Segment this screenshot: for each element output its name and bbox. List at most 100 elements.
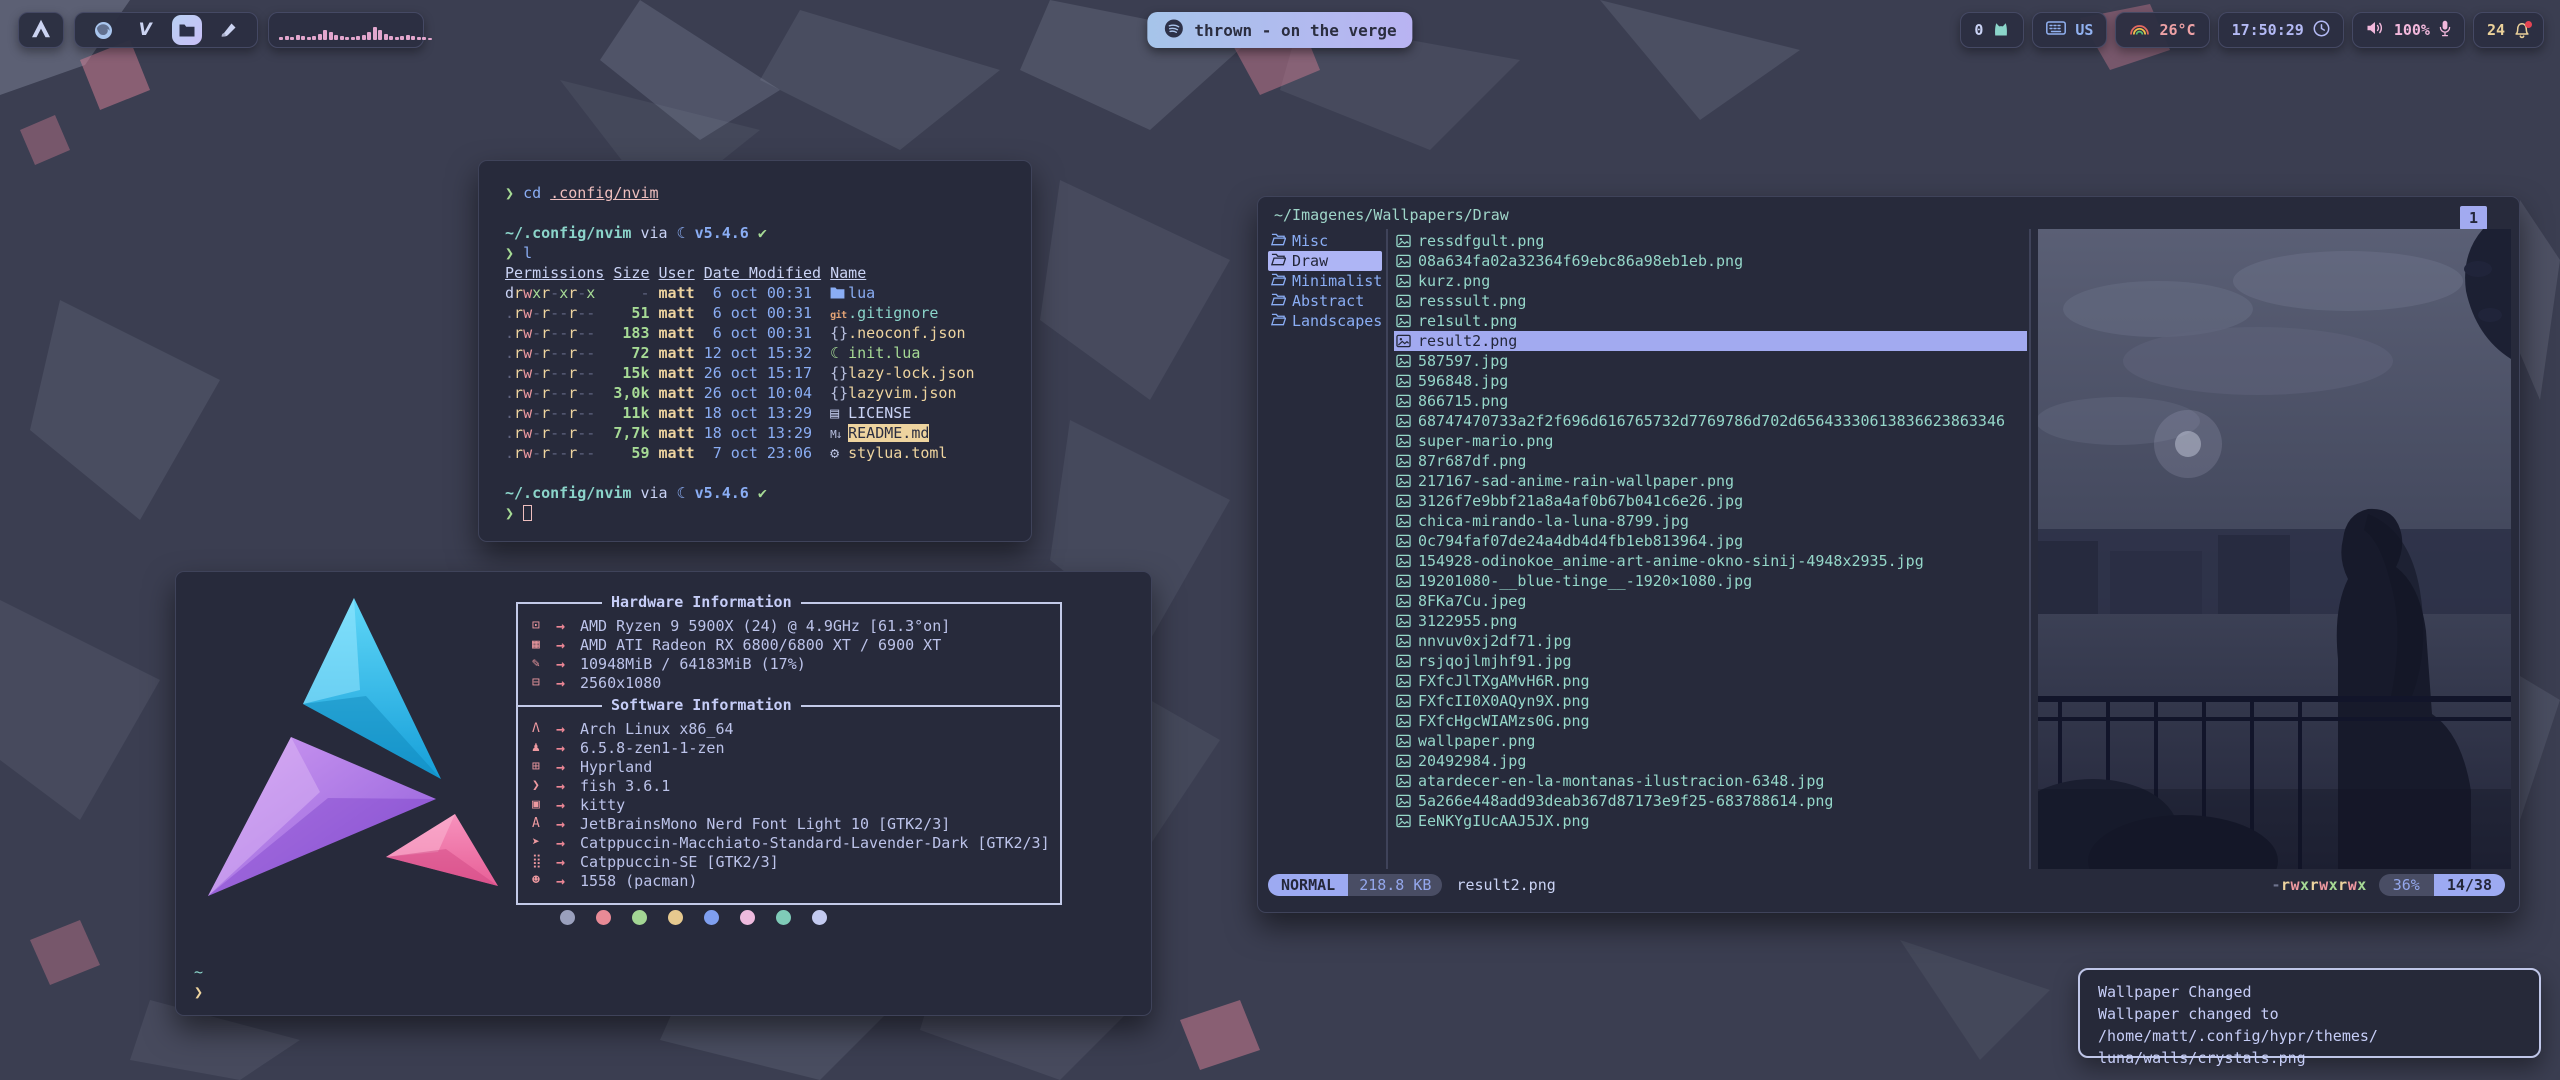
visualizer-bar <box>384 34 388 40</box>
cursor-icon: ➤ <box>532 835 556 850</box>
file-permissions: -rwxrwxrwx <box>2271 876 2366 894</box>
json-icon: {} <box>830 323 848 343</box>
media-player-widget[interactable]: thrown - on the verge <box>1147 12 1412 48</box>
terminal-window[interactable]: ❯ cd .config/nvim ~/.config/nvim via ☾ v… <box>478 160 1032 542</box>
terminal-line: ❯ cd .config/nvim <box>505 183 1031 203</box>
keyboard-icon <box>2046 21 2066 39</box>
file-row[interactable]: FXfcII0X0AQyn9X.png <box>1394 691 2027 711</box>
tray-updates[interactable]: 24 <box>2473 12 2544 48</box>
terminal-line: drwxr-xr-x - matt 6 oct 00:31 lua <box>505 283 1031 303</box>
fetch-info-value: Hyprland <box>580 758 652 776</box>
file-row[interactable]: rsjqojlmjhf91.jpg <box>1394 651 2027 671</box>
file-row[interactable]: 08a634fa02a32364f69ebc86a98eb1eb.png <box>1394 251 2027 271</box>
tray-github-notifications[interactable]: 0 <box>1960 12 2024 48</box>
file-row[interactable]: FXfcHgcWIAMzs0G.png <box>1394 711 2027 731</box>
fetch-terminal-window[interactable]: Hardware Information ⊡→AMD Ryzen 9 5900X… <box>175 571 1152 1016</box>
file-row[interactable]: 87r687df.png <box>1394 451 2027 471</box>
file-row[interactable]: kurz.png <box>1394 271 2027 291</box>
visualizer-bar <box>356 36 360 40</box>
fetch-info-row: ▦→AMD ATI Radeon RX 6800/6800 XT / 6900 … <box>532 635 1060 654</box>
file-row[interactable]: 217167-sad-anime-rain-wallpaper.png <box>1394 471 2027 491</box>
image-file-icon <box>1396 454 1411 468</box>
fetch-info-value: 10948MiB / 64183MiB (17%) <box>580 655 806 673</box>
file-manager-window[interactable]: ~/Imagenes/Wallpapers/Draw 1 MiscDrawMin… <box>1257 196 2520 913</box>
file-row[interactable]: 596848.jpg <box>1394 371 2027 391</box>
launcher-button[interactable] <box>18 12 64 48</box>
workspace-files-icon[interactable] <box>172 15 202 45</box>
sidebar-item-landscapes[interactable]: Landscapes <box>1268 311 1382 331</box>
sidebar-item-abstract[interactable]: Abstract <box>1268 291 1382 311</box>
file-row[interactable]: resssult.png <box>1394 291 2027 311</box>
scroll-progress-badge: 36% <box>2379 874 2434 896</box>
visualizer-bar <box>367 32 371 40</box>
palette-color-dot <box>812 910 827 925</box>
sidebar-item-draw[interactable]: Draw <box>1268 251 1382 271</box>
memory-icon: ✎ <box>532 656 556 671</box>
spotify-icon <box>1163 18 1184 43</box>
file-row[interactable]: 3126f7e9bbf21a8a4af0b67b041c6e26.jpg <box>1394 491 2027 511</box>
image-file-icon <box>1396 354 1411 368</box>
fetch-info-value: 1558 (pacman) <box>580 872 697 890</box>
folder-open-icon <box>1271 312 1286 330</box>
workspace-browser-icon[interactable] <box>89 15 119 45</box>
hardware-section-title: Hardware Information <box>602 592 801 612</box>
fetch-info-row: ⊟→2560x1080 <box>532 673 1060 692</box>
file-row[interactable]: 5a266e448add93deab367d87173e9f25-6837886… <box>1394 791 2027 811</box>
image-file-icon <box>1396 514 1411 528</box>
workspace-editor-icon[interactable]: V <box>130 15 160 45</box>
mode-badge: NORMAL <box>1268 874 1348 896</box>
status-right: -rwxrwxrwx 36% 14/38 <box>2271 874 2505 896</box>
terminal-line: .rw-r--r-- 59 matt 7 oct 23:06 ⚙stylua.t… <box>505 443 1031 463</box>
file-row[interactable]: ressdfgult.png <box>1394 231 2027 251</box>
arrow-icon: → <box>556 796 580 814</box>
file-row[interactable]: 3122955.png <box>1394 611 2027 631</box>
arrow-icon: → <box>556 739 580 757</box>
file-row[interactable]: 587597.jpg <box>1394 351 2027 371</box>
column-divider <box>2029 229 2031 869</box>
visualizer-bar <box>395 37 399 40</box>
file-row[interactable]: atardecer-en-la-montanas-ilustracion-634… <box>1394 771 2027 791</box>
shell-icon: ❯ <box>532 778 556 793</box>
file-row[interactable]: re1sult.png <box>1394 311 2027 331</box>
folder-open-icon <box>1271 252 1286 270</box>
tab-badge[interactable]: 1 <box>2460 206 2487 230</box>
file-row[interactable]: 154928-odinokoe_anime-art-anime-okno-sin… <box>1394 551 2027 571</box>
file-row[interactable]: FXfcJlTXgAMvH6R.png <box>1394 671 2027 691</box>
hardware-info-rows: ⊡→AMD Ryzen 9 5900X (24) @ 4.9GHz [61.3°… <box>518 604 1060 696</box>
file-row[interactable]: wallpaper.png <box>1394 731 2027 751</box>
image-file-icon <box>1396 694 1411 708</box>
image-file-icon <box>1396 534 1411 548</box>
terminal-line: .rw-r--r-- 183 matt 6 oct 00:31 {}.neoco… <box>505 323 1031 343</box>
markdown-icon: M↓ <box>830 425 848 445</box>
file-row[interactable]: EeNKYgIUcAAJ5JX.png <box>1394 811 2027 831</box>
sidebar-item-misc[interactable]: Misc <box>1268 231 1382 251</box>
notification-popup[interactable]: Wallpaper Changed Wallpaper changed to /… <box>2078 968 2541 1058</box>
workspace-switcher: V <box>74 12 258 48</box>
image-file-icon <box>1396 394 1411 408</box>
visualizer-bar <box>340 36 344 40</box>
package-icon: ☻ <box>532 873 556 888</box>
file-row[interactable]: 8FKa7Cu.jpeg <box>1394 591 2027 611</box>
file-row[interactable]: super-mario.png <box>1394 431 2027 451</box>
file-row[interactable]: 20492984.jpg <box>1394 751 2027 771</box>
fetch-info-value: Catppuccin-Macchiato-Standard-Lavender-D… <box>580 834 1050 852</box>
file-row[interactable]: nnvuv0xj2df71.jpg <box>1394 631 2027 651</box>
arrow-icon: → <box>556 674 580 692</box>
terminal-line: Permissions Size User Date Modified Name <box>505 263 1031 283</box>
parent-directory-list: MiscDrawMinimalistAbstractLandscapes <box>1268 231 1382 331</box>
sidebar-item-minimalist[interactable]: Minimalist <box>1268 271 1382 291</box>
tray-volume-label: 100% <box>2394 21 2430 39</box>
file-row[interactable]: 19201080-__blue-tinge__-1920×1080.jpg <box>1394 571 2027 591</box>
file-row[interactable]: 0c794faf07de24a4db4d4fb1eb813964.jpg <box>1394 531 2027 551</box>
speaker-icon <box>2366 20 2385 40</box>
file-row[interactable]: result2.png <box>1394 331 2027 351</box>
file-row[interactable]: chica-mirando-la-luna-8799.jpg <box>1394 511 2027 531</box>
tray-clock[interactable]: 17:50:29 <box>2218 12 2344 48</box>
file-row[interactable]: 68747470733a2f2f696d616765732d7769786d70… <box>1394 411 2027 431</box>
tray-volume[interactable]: 100% <box>2352 12 2465 48</box>
file-row[interactable]: 866715.png <box>1394 391 2027 411</box>
image-file-icon <box>1396 434 1411 448</box>
workspace-design-icon[interactable] <box>213 15 243 45</box>
tray-weather[interactable]: 26°C <box>2115 12 2209 48</box>
tray-keyboard-layout[interactable]: US <box>2032 12 2107 48</box>
